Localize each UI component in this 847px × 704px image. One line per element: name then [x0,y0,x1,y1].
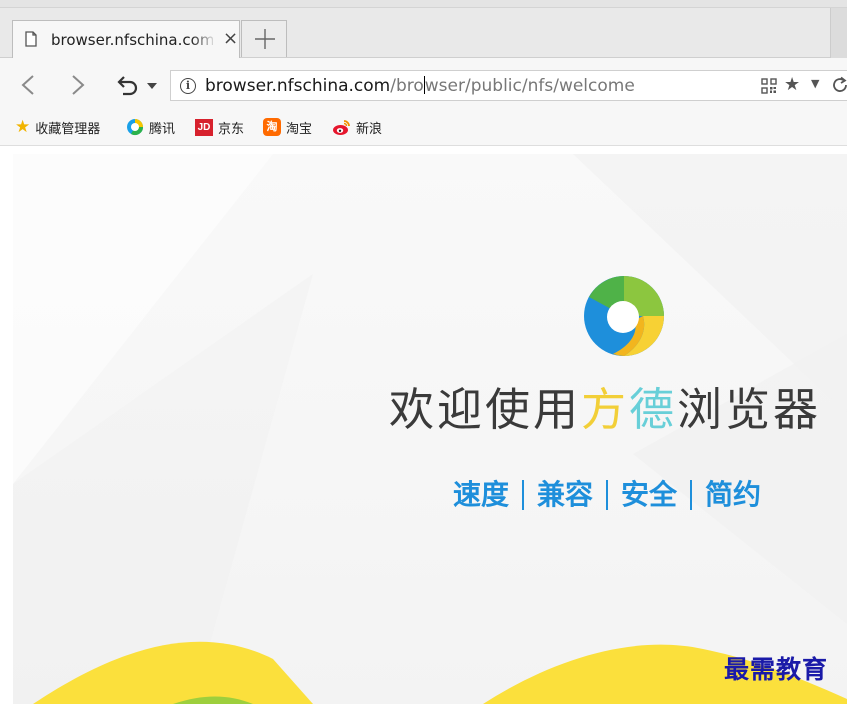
welcome-prefix: 欢迎使用 [389,383,582,436]
bookmark-sina[interactable]: 新浪 [332,116,382,138]
page-viewport: 欢迎使用方德浏览器 速度 兼容 安全 简约 [0,146,847,704]
url-path-rest: wser/public/nfs/welcome [424,76,635,96]
bookmark-jd[interactable]: JD 京东 [195,116,244,138]
welcome-page: 欢迎使用方德浏览器 速度 兼容 安全 简约 [13,154,847,704]
page-icon [25,31,37,47]
bookmark-label: 腾讯 [149,121,176,137]
weibo-icon [333,119,350,135]
url-path-start: /bro [390,76,424,96]
feature-compatibility: 兼容 [537,478,594,511]
undo-icon[interactable] [116,75,140,97]
bookmark-label: 新浪 [356,121,383,137]
bookmark-taobao[interactable]: 淘 淘宝 [263,116,312,138]
address-bar[interactable]: i browser.nfschina.com/browser/public/nf… [170,70,847,101]
bookmark-tencent[interactable]: 腾讯 [126,116,175,138]
dropdown-icon[interactable]: ▼ [811,77,819,90]
feature-security: 安全 [621,478,678,511]
qr-code-icon[interactable] [761,78,777,94]
window-edge [830,8,847,58]
feature-tagline: 速度 兼容 安全 简约 [453,477,761,513]
chevron-right-icon[interactable] [70,74,86,96]
taobao-icon: 淘 [263,118,281,136]
close-tab-icon[interactable]: × [223,29,238,49]
watermark: 最需教育 [724,655,829,684]
navigation-bar: i browser.nfschina.com/browser/public/nf… [0,58,847,110]
bookmark-favorites-manager[interactable]: ★ 收藏管理器 [15,116,100,138]
tencent-icon [127,119,144,136]
welcome-heading: 欢迎使用方德浏览器 [389,380,821,440]
star-icon[interactable]: ★ [784,74,800,95]
jd-icon: JD [195,118,213,136]
separator [606,480,609,510]
bookmarks-bar: ★ 收藏管理器 腾讯 JD 京东 淘 淘宝 新浪 [0,110,847,146]
url-text[interactable]: browser.nfschina.com/browser/public/nfs/… [205,75,635,97]
star-icon: ★ [15,117,31,137]
url-host: browser.nfschina.com [205,76,391,96]
tab-title: browser.nfschina.com/browser/public/nfs/… [51,31,213,49]
window-top-edge [0,0,847,8]
tab-welcome[interactable]: browser.nfschina.com/browser/public/nfs/… [12,20,240,58]
bookmark-label: 收藏管理器 [35,121,101,137]
brand-char-de: 德 [629,383,678,436]
plus-icon [255,29,275,49]
new-tab-button[interactable] [241,20,287,57]
tab-strip: browser.nfschina.com/browser/public/nfs/… [0,0,847,58]
feature-speed: 速度 [453,478,510,511]
separator [690,480,693,510]
browser-logo-icon [584,276,664,356]
welcome-suffix: 浏览器 [677,383,822,436]
separator [522,480,525,510]
chevron-left-icon[interactable] [20,74,36,96]
feature-simplicity: 简约 [705,478,762,511]
reload-icon[interactable] [831,76,847,94]
tab-title-fade [191,27,217,53]
bookmark-label: 京东 [218,121,245,137]
bookmark-label: 淘宝 [286,121,313,137]
history-dropdown-icon[interactable] [147,83,157,90]
brand-char-fang: 方 [581,383,630,436]
info-icon[interactable]: i [180,78,196,94]
